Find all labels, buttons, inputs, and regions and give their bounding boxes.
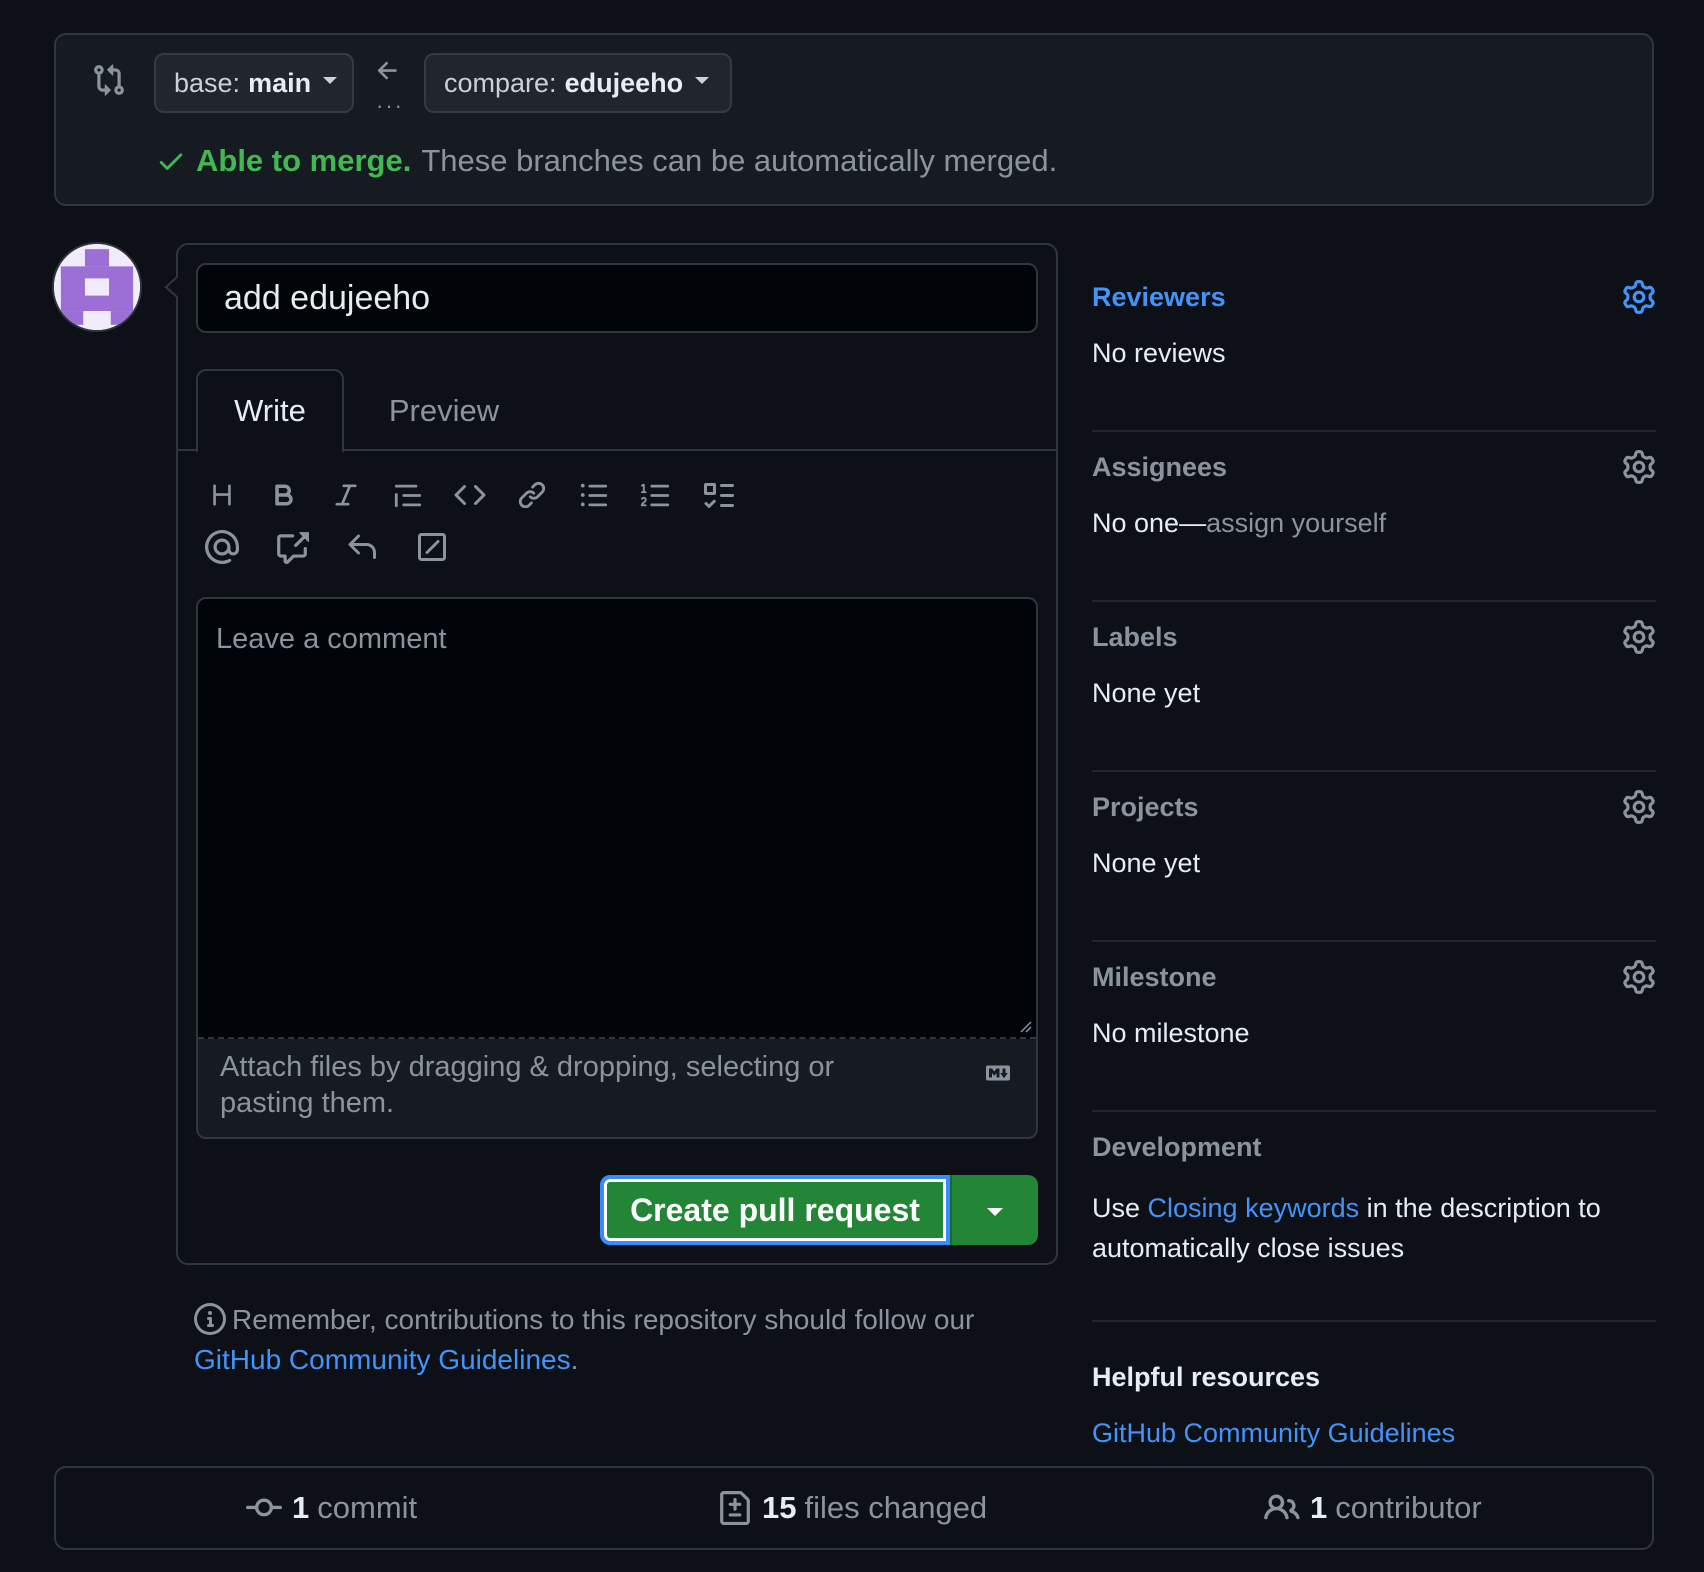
- info-icon: [194, 1303, 226, 1335]
- sidebar-reviewers: Reviewers No reviews: [1092, 262, 1656, 432]
- reminder-text: Remember, contributions to this reposito…: [232, 1304, 975, 1335]
- files-changed-stat[interactable]: 15 files changed: [718, 1468, 987, 1548]
- sidebar-milestone: Milestone No milestone: [1092, 942, 1656, 1112]
- title-input[interactable]: [196, 263, 1038, 333]
- sidebar-projects: Projects None yet: [1092, 772, 1656, 942]
- check-icon: [156, 146, 186, 176]
- reminder-suffix: .: [570, 1344, 579, 1375]
- tab-preview[interactable]: Preview: [368, 369, 520, 453]
- development-title: Development: [1092, 1132, 1262, 1162]
- arrow-left-icon: [374, 57, 402, 85]
- create-options-dropdown[interactable]: [950, 1175, 1038, 1245]
- labels-title[interactable]: Labels: [1092, 622, 1178, 653]
- compare-branches-panel: base: main ··· compare: edujeeho Able to…: [54, 33, 1654, 206]
- saved-reply-icon[interactable]: [342, 527, 382, 567]
- comment-pointer: [164, 276, 178, 298]
- ellipsis-icon: ···: [376, 93, 404, 118]
- merge-status: Able to merge. These branches can be aut…: [156, 143, 1057, 179]
- assignees-none: No one—: [1092, 508, 1207, 538]
- contributors-count: 1: [1310, 1490, 1328, 1525]
- sidebar-assignees: Assignees No one—assign yourself: [1092, 432, 1656, 602]
- resize-handle-icon[interactable]: [1018, 1019, 1032, 1033]
- compare-stats-bar: 1 commit 15 files changed 1 contributor: [54, 1466, 1654, 1550]
- sidebar: Reviewers No reviews Assignees No one—as…: [1092, 262, 1656, 1492]
- quote-icon[interactable]: [388, 475, 428, 515]
- projects-title[interactable]: Projects: [1092, 792, 1199, 823]
- assignees-title[interactable]: Assignees: [1092, 452, 1227, 483]
- people-icon: [1264, 1490, 1300, 1526]
- development-value: Use Closing keywords in the description …: [1092, 1188, 1632, 1268]
- sidebar-labels: Labels None yet: [1092, 602, 1656, 772]
- chevron-down-icon: [695, 76, 710, 84]
- gear-icon[interactable]: [1622, 960, 1656, 994]
- helpful-resources-title: Helpful resources: [1092, 1362, 1321, 1392]
- sidebar-development: Development Use Closing keywords in the …: [1092, 1112, 1656, 1322]
- tab-write[interactable]: Write: [196, 369, 344, 453]
- base-branch-label: base:: [174, 67, 241, 98]
- bold-icon[interactable]: [264, 475, 304, 515]
- contributors-label: contributor: [1335, 1490, 1482, 1525]
- italic-icon[interactable]: [326, 475, 366, 515]
- commit-icon: [246, 1490, 282, 1526]
- base-branch-select[interactable]: base: main: [154, 53, 354, 113]
- chevron-down-icon: [323, 76, 338, 84]
- base-branch-value: main: [248, 67, 312, 98]
- assignees-value: No one—assign yourself: [1092, 508, 1386, 539]
- gear-icon[interactable]: [1622, 450, 1656, 484]
- reviewers-title[interactable]: Reviewers: [1092, 282, 1226, 313]
- create-pull-request-button[interactable]: Create pull request: [600, 1175, 950, 1245]
- files-label: files changed: [804, 1490, 988, 1525]
- contribution-reminder: Remember, contributions to this reposito…: [194, 1300, 1014, 1380]
- merge-status-message: These branches can be automatically merg…: [421, 143, 1058, 178]
- gear-icon[interactable]: [1622, 790, 1656, 824]
- contributors-stat[interactable]: 1 contributor: [1264, 1468, 1482, 1548]
- projects-value: None yet: [1092, 848, 1201, 878]
- gear-icon[interactable]: [1622, 620, 1656, 654]
- link-icon[interactable]: [512, 475, 552, 515]
- avatar[interactable]: [52, 242, 142, 332]
- attach-files-hint[interactable]: Attach files by dragging & dropping, sel…: [220, 1049, 920, 1121]
- milestone-title[interactable]: Milestone: [1092, 962, 1217, 993]
- task-list-icon[interactable]: [698, 475, 738, 515]
- compare-branch-select[interactable]: compare: edujeeho: [424, 53, 732, 113]
- commits-label: commit: [317, 1490, 418, 1525]
- file-diff-icon: [718, 1491, 752, 1525]
- labels-value: None yet: [1092, 678, 1201, 708]
- merge-status-label: Able to merge.: [196, 143, 412, 178]
- mention-icon[interactable]: [202, 527, 242, 567]
- git-compare-icon: [92, 63, 126, 97]
- community-guidelines-link[interactable]: GitHub Community Guidelines: [194, 1344, 571, 1375]
- editor-tabs: Write Preview: [178, 369, 1056, 453]
- reviewers-value: No reviews: [1092, 338, 1226, 368]
- milestone-value: No milestone: [1092, 1018, 1250, 1048]
- slash-command-icon[interactable]: [412, 527, 452, 567]
- code-icon[interactable]: [450, 475, 490, 515]
- comment-editor: Attach files by dragging & dropping, sel…: [196, 597, 1038, 1139]
- helpful-guidelines-link[interactable]: GitHub Community Guidelines: [1092, 1418, 1455, 1449]
- pull-request-form: Write Preview: [176, 243, 1058, 1265]
- files-count: 15: [762, 1490, 797, 1525]
- heading-icon[interactable]: [202, 475, 242, 515]
- comment-textarea[interactable]: [198, 599, 1036, 1039]
- commits-count: 1: [292, 1490, 310, 1525]
- compare-branch-label: compare:: [444, 67, 557, 98]
- markdown-icon[interactable]: [980, 1061, 1016, 1085]
- development-prefix: Use: [1092, 1193, 1141, 1223]
- cross-reference-icon[interactable]: [272, 527, 312, 567]
- compare-branch-value: edujeeho: [564, 67, 684, 98]
- closing-keywords-link[interactable]: Closing keywords: [1148, 1193, 1360, 1223]
- assign-yourself-link[interactable]: assign yourself: [1206, 508, 1386, 538]
- gear-icon[interactable]: [1622, 280, 1656, 314]
- commits-stat[interactable]: 1 commit: [246, 1468, 417, 1548]
- chevron-down-icon: [987, 1208, 1003, 1216]
- numbered-list-icon[interactable]: [636, 475, 676, 515]
- bulleted-list-icon[interactable]: [574, 475, 614, 515]
